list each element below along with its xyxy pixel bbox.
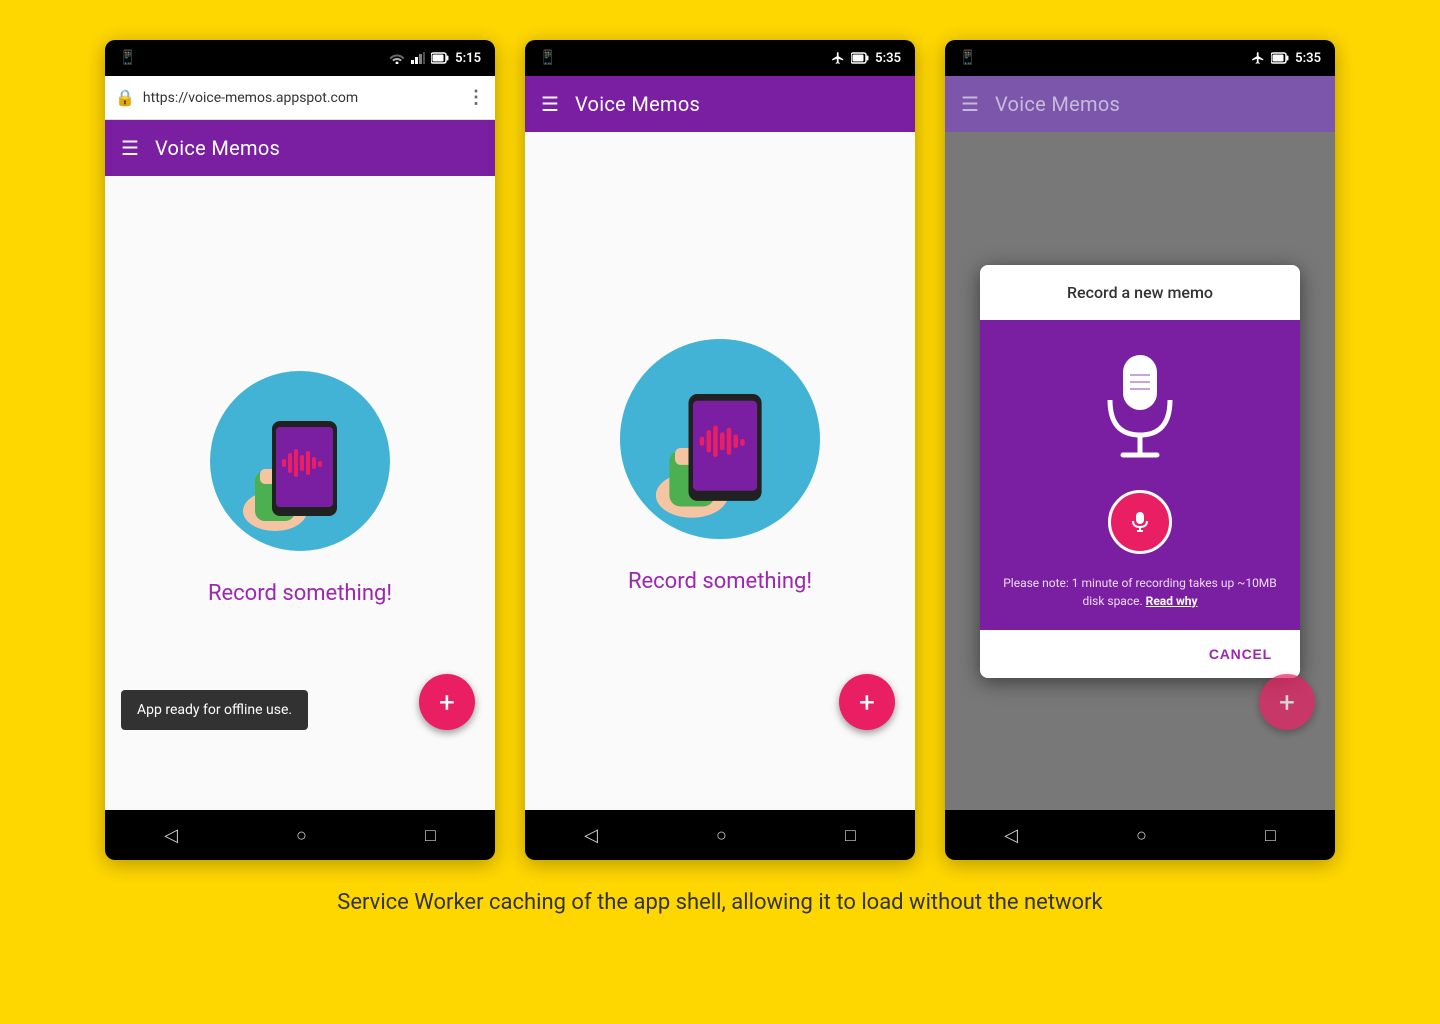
status-time-1: 5:15 xyxy=(455,51,481,66)
app-toolbar-2: ☰ Voice Memos xyxy=(525,76,915,132)
signal-icon xyxy=(411,52,425,64)
nav-bar-1: ◁ ○ □ xyxy=(105,810,495,860)
app-title-2: Voice Memos xyxy=(575,92,700,116)
airplane-icon-3 xyxy=(1251,51,1265,65)
dialog-actions: CANCEL xyxy=(980,630,1300,678)
record-dialog: Record a new memo xyxy=(980,265,1300,678)
snackbar: App ready for offline use. xyxy=(121,690,308,730)
illustration-circle-2 xyxy=(620,339,820,539)
status-bar-right: 5:15 xyxy=(389,51,481,66)
status-bar-3: 📱 5:35 xyxy=(945,40,1335,76)
home-icon-2[interactable]: ○ xyxy=(716,825,727,846)
fab-button-1[interactable]: + xyxy=(419,674,475,730)
app-title-1: Voice Memos xyxy=(155,136,280,160)
dialog-note: Please note: 1 minute of recording takes… xyxy=(1000,574,1280,610)
dialog-body: Please note: 1 minute of recording takes… xyxy=(980,320,1300,630)
phone-1: 📱 xyxy=(105,40,495,860)
nav-bar-3: ◁ ○ □ xyxy=(945,810,1335,860)
hamburger-menu-icon-3[interactable]: ☰ xyxy=(961,92,979,116)
airplane-icon xyxy=(831,51,845,65)
fab-button-2[interactable]: + xyxy=(839,674,895,730)
plus-icon-2: + xyxy=(859,686,875,719)
home-icon-1[interactable]: ○ xyxy=(296,825,307,846)
status-bar-2: 📱 5:35 xyxy=(525,40,915,76)
battery-icon-2 xyxy=(851,52,869,64)
url-bar[interactable]: 🔒 https://voice-memos.appspot.com ⋮ xyxy=(105,76,495,120)
phones-container: 📱 xyxy=(30,40,1410,860)
lock-icon: 🔒 xyxy=(115,88,135,107)
phone-2: 📱 5:35 ☰ Voice Memos xyxy=(525,40,915,860)
dialog-title: Record a new memo xyxy=(980,265,1300,320)
phone-illustration-1 xyxy=(220,381,380,541)
app-toolbar-1: ☰ Voice Memos xyxy=(105,120,495,176)
status-bar-left-icons: 📱 xyxy=(119,50,136,66)
recents-icon-1[interactable]: □ xyxy=(425,825,436,846)
page-caption: Service Worker caching of the app shell,… xyxy=(337,888,1102,919)
status-bar-left-3: 📱 xyxy=(959,50,976,66)
record-label-2: Record something! xyxy=(628,569,812,594)
dialog-note-text: Please note: 1 minute of recording takes… xyxy=(1003,576,1277,608)
phone1-content: Record something! App ready for offline … xyxy=(105,176,495,810)
hamburger-menu-icon-2[interactable]: ☰ xyxy=(541,92,559,116)
illustration-circle-1 xyxy=(210,371,390,551)
status-bar-left-2: 📱 xyxy=(539,50,556,66)
status-bar-1: 📱 xyxy=(105,40,495,76)
record-label-1: Record something! xyxy=(208,581,392,606)
recents-icon-2[interactable]: □ xyxy=(845,825,856,846)
url-text: https://voice-memos.appspot.com xyxy=(143,90,459,106)
more-options-icon[interactable]: ⋮ xyxy=(467,87,485,108)
status-time-3: 5:35 xyxy=(1295,51,1321,66)
read-why-link[interactable]: Read why xyxy=(1146,594,1198,608)
phone2-content: Record something! + xyxy=(525,132,915,810)
app-title-3: Voice Memos xyxy=(995,92,1120,116)
nav-bar-2: ◁ ○ □ xyxy=(525,810,915,860)
status-time-2: 5:35 xyxy=(875,51,901,66)
battery-icon-3 xyxy=(1271,52,1289,64)
notification-icon-2: 📱 xyxy=(539,50,556,66)
phone-3: 📱 5:35 ☰ Voice Memos Recor xyxy=(945,40,1335,860)
fab-button-3[interactable]: + xyxy=(1259,674,1315,730)
back-icon-2[interactable]: ◁ xyxy=(584,825,598,846)
back-icon-3[interactable]: ◁ xyxy=(1004,825,1018,846)
notification-icon: 📱 xyxy=(119,50,136,66)
mic-small-icon xyxy=(1128,510,1152,534)
notification-icon-3: 📱 xyxy=(959,50,976,66)
cancel-button[interactable]: CANCEL xyxy=(1201,642,1280,666)
home-icon-3[interactable]: ○ xyxy=(1136,825,1147,846)
status-bar-right-3: 5:35 xyxy=(1251,51,1321,66)
record-button[interactable] xyxy=(1108,490,1172,554)
app-toolbar-3: ☰ Voice Memos xyxy=(945,76,1335,132)
phone3-content: Record a new memo xyxy=(945,132,1335,810)
wifi-icon xyxy=(389,52,405,64)
battery-icon xyxy=(431,52,449,64)
plus-icon-3: + xyxy=(1279,686,1295,719)
phone-illustration-2 xyxy=(630,349,810,529)
snackbar-text: App ready for offline use. xyxy=(137,702,292,718)
plus-icon-1: + xyxy=(439,686,455,719)
recents-icon-3[interactable]: □ xyxy=(1265,825,1276,846)
status-bar-right-2: 5:35 xyxy=(831,51,901,66)
microphone-large-icon xyxy=(1095,350,1185,470)
back-icon-1[interactable]: ◁ xyxy=(164,825,178,846)
hamburger-menu-icon[interactable]: ☰ xyxy=(121,136,139,160)
